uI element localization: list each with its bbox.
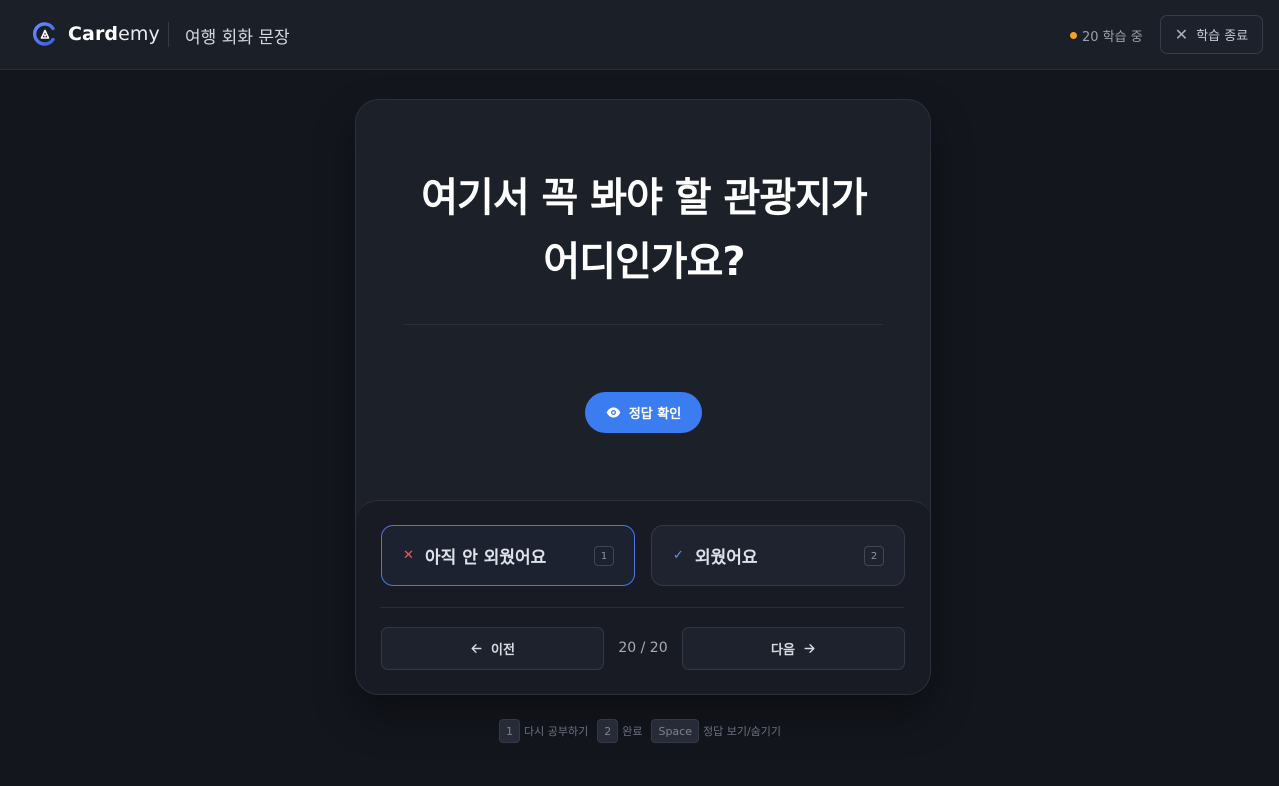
previous-button[interactable]: 이전 (381, 627, 604, 670)
study-status: 20 학습 중 (1070, 26, 1143, 45)
memorized-label: 외웠어요 (695, 548, 758, 568)
next-label: 다음 (771, 643, 795, 658)
hint-label: 정답 보기/숨기기 (703, 725, 782, 738)
hint-label: 완료 (622, 725, 643, 738)
x-icon: ✕ (403, 548, 414, 563)
close-icon: ✕ (1174, 24, 1189, 44)
arrow-right-icon (804, 644, 815, 653)
card-counter: 20 / 20 (618, 640, 668, 656)
eye-icon (606, 407, 621, 418)
hint-key: 1 (499, 719, 520, 743)
previous-label: 이전 (491, 643, 515, 658)
reveal-answer-button[interactable]: 정답 확인 (585, 392, 702, 433)
deck-title: 여행 회화 문장 (185, 28, 290, 48)
hint-key: 2 (597, 719, 619, 743)
check-icon: ✓ (673, 548, 684, 563)
question-line-2: 어디인가요? (543, 239, 745, 285)
hint-label: 다시 공부하기 (524, 725, 589, 738)
answer-panel: ✕ 아직 안 외웠어요 1 ✓ 외웠어요 2 이전 20 / 20 다음 (356, 500, 930, 694)
status-text: 20 학습 중 (1082, 30, 1143, 45)
hint-key: Space (651, 719, 699, 743)
shortcut-key-badge: 1 (594, 546, 614, 566)
memorized-button[interactable]: ✓ 외웠어요 2 (651, 525, 905, 586)
top-header: Cardemy 여행 회화 문장 20 학습 중 ✕ 학습 종료 (0, 0, 1279, 70)
shortcut-key-badge: 2 (864, 546, 884, 566)
not-memorized-button[interactable]: ✕ 아직 안 외웠어요 1 (381, 525, 635, 586)
reveal-label: 정답 확인 (628, 407, 682, 422)
panel-divider (380, 607, 904, 608)
logo[interactable]: Cardemy (33, 22, 160, 46)
quit-study-button[interactable]: ✕ 학습 종료 (1160, 15, 1263, 54)
question-text: 여기서 꼭 봐야 할 관광지가 어디인가요? (356, 166, 930, 294)
flashcard: 여기서 꼭 봐야 할 관광지가 어디인가요? 정답 확인 ✕ 아직 안 외웠어요… (355, 99, 931, 695)
brand-name: Cardemy (68, 23, 160, 45)
cardemy-logo-icon (33, 22, 55, 46)
keyboard-shortcut-hints: 1 다시 공부하기 2 완료 Space 정답 보기/숨기기 (499, 719, 790, 743)
arrow-left-icon (471, 644, 482, 653)
question-line-1: 여기서 꼭 봐야 할 관광지가 (421, 175, 868, 221)
not-memorized-label: 아직 안 외웠어요 (425, 548, 547, 568)
header-divider (168, 22, 169, 47)
card-divider (403, 324, 883, 325)
next-button[interactable]: 다음 (682, 627, 905, 670)
quit-label: 학습 종료 (1196, 29, 1249, 44)
status-dot-icon (1070, 32, 1077, 39)
